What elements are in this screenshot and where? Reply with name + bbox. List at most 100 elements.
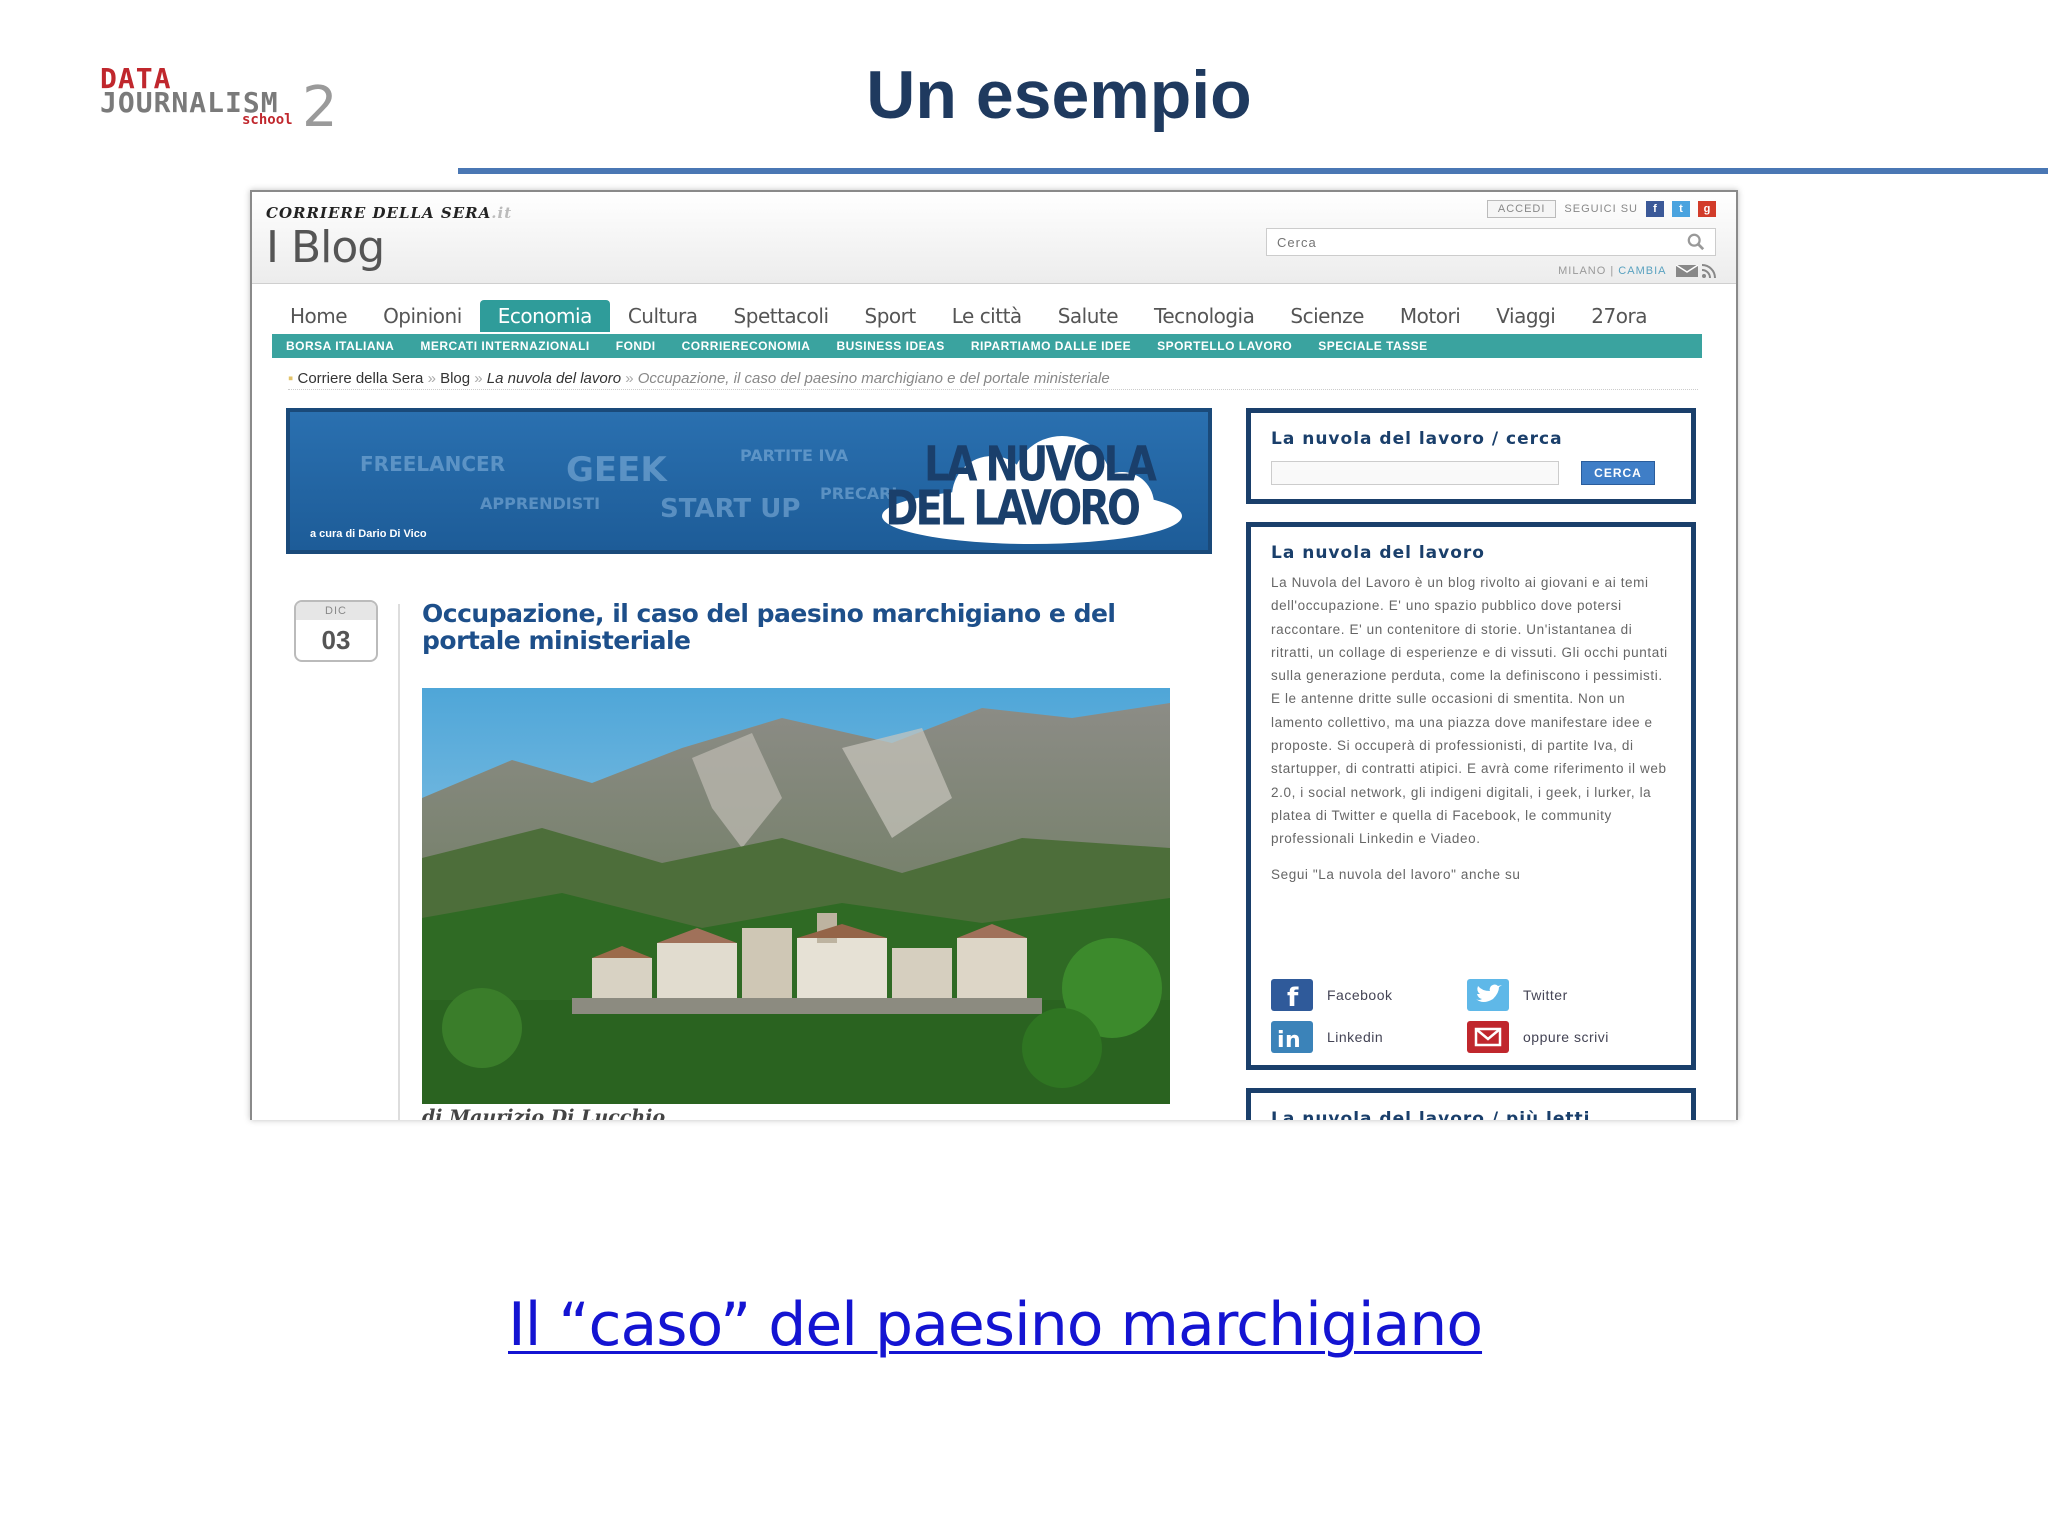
linkedin-label: Linkedin bbox=[1327, 1029, 1384, 1045]
nav-item-economia[interactable]: Economia bbox=[479, 300, 610, 332]
city-selector: MILANO | CAMBIA bbox=[1558, 264, 1716, 279]
sidebar-about-widget: La nuvola del lavoro La Nuvola del Lavor… bbox=[1246, 522, 1696, 1070]
breadcrumb-bullet: ▪ bbox=[288, 370, 298, 387]
seguici-label: SEGUICI SU bbox=[1564, 201, 1638, 217]
breadcrumb-section[interactable]: La nuvola del lavoro bbox=[487, 370, 621, 387]
nav-item-home[interactable]: Home bbox=[272, 304, 365, 332]
social-row: f Facebook Twitter bbox=[1271, 975, 1671, 1015]
accedi-button[interactable]: ACCEDI bbox=[1486, 200, 1557, 218]
linkedin-icon: in bbox=[1271, 1021, 1313, 1053]
blog-screenshot: CORRIERE DELLA SERA.it I Blog ACCEDI SEG… bbox=[250, 190, 1738, 1120]
corriere-logo-suffix: .it bbox=[491, 204, 513, 222]
post-image-mountain-village[interactable] bbox=[422, 688, 1170, 1104]
subnav-item-speciale-tasse[interactable]: SPECIALE TASSE bbox=[1318, 339, 1427, 353]
social-twitter[interactable]: Twitter bbox=[1467, 979, 1663, 1011]
city-separator: | bbox=[1610, 264, 1615, 277]
most-read-widget-title: La nuvola del lavoro / più letti bbox=[1271, 1109, 1591, 1120]
subnav-item-corriereconomia[interactable]: CORRIERECONOMIA bbox=[682, 339, 811, 353]
nav-item-sport[interactable]: Sport bbox=[847, 304, 934, 332]
nav-item-le-citt-[interactable]: Le città bbox=[934, 304, 1040, 332]
svg-text:in: in bbox=[1277, 1028, 1301, 1053]
about-widget-text: La Nuvola del Lavoro è un blog rivolto a… bbox=[1271, 575, 1668, 847]
header-links: ACCEDI SEGUICI SU f t g bbox=[1486, 200, 1716, 218]
post-divider bbox=[398, 604, 400, 1120]
site-search-input[interactable] bbox=[1267, 229, 1667, 255]
subnav-item-mercati-internazionali[interactable]: MERCATI INTERNAZIONALI bbox=[420, 339, 589, 353]
banner-word: START UP bbox=[660, 494, 801, 524]
sidebar-search-input[interactable] bbox=[1271, 461, 1559, 485]
slide: DATA JOURNALISM school 2 Un esempio CORR… bbox=[0, 0, 2048, 1536]
banner-word: FREELANCER bbox=[360, 452, 506, 476]
blog-title[interactable]: I Blog bbox=[266, 222, 385, 273]
twitter-label: Twitter bbox=[1523, 987, 1568, 1003]
seguici-text: SEGUICI SU bbox=[1564, 203, 1638, 215]
rss-icon[interactable] bbox=[1701, 264, 1716, 279]
subnav-item-sportello-lavoro[interactable]: SPORTELLO LAVORO bbox=[1157, 339, 1292, 353]
subnav-item-fondi[interactable]: FONDI bbox=[616, 339, 656, 353]
social-row: in Linkedin oppure scrivi bbox=[1271, 1017, 1671, 1057]
corriere-logo-text: CORRIERE DELLA SERA bbox=[266, 204, 492, 222]
cerca-button[interactable]: CERCA bbox=[1581, 461, 1655, 485]
subnav-item-borsa-italiana[interactable]: BORSA ITALIANA bbox=[286, 339, 394, 353]
blog-banner[interactable]: FREELANCER GEEK PARTITE IVA APPRENDISTI … bbox=[286, 408, 1212, 554]
nav-item-opinioni[interactable]: Opinioni bbox=[365, 304, 480, 332]
search-icon[interactable] bbox=[1687, 233, 1705, 251]
breadcrumb-separator: » bbox=[474, 370, 483, 387]
nav-item-27ora[interactable]: 27ora bbox=[1573, 304, 1665, 332]
nav-item-tecnologia[interactable]: Tecnologia bbox=[1136, 304, 1272, 332]
social-facebook[interactable]: f Facebook bbox=[1271, 979, 1467, 1011]
mail-icon[interactable] bbox=[1675, 264, 1699, 277]
post-title[interactable]: Occupazione, il caso del paesino marchig… bbox=[422, 600, 1182, 654]
banner-title-line2: DEL LAVORO bbox=[885, 481, 1141, 537]
nav-item-viaggi[interactable]: Viaggi bbox=[1478, 304, 1573, 332]
nav-item-salute[interactable]: Salute bbox=[1040, 304, 1136, 332]
email-label: oppure scrivi bbox=[1523, 1029, 1609, 1045]
slide-title: Un esempio bbox=[866, 57, 1252, 133]
banner-word: GEEK bbox=[566, 450, 667, 490]
post-date-day: 03 bbox=[321, 625, 351, 655]
breadcrumb-separator: » bbox=[625, 370, 634, 387]
facebook-label: Facebook bbox=[1327, 987, 1393, 1003]
breadcrumb: ▪ Corriere della Sera » Blog » La nuvola… bbox=[288, 370, 1698, 390]
site-header: CORRIERE DELLA SERA.it I Blog ACCEDI SEG… bbox=[252, 192, 1736, 284]
post-date-badge: DIC 03 bbox=[294, 600, 378, 662]
nav-item-cultura[interactable]: Cultura bbox=[610, 304, 716, 332]
social-links: f Facebook Twitter in Linkedin oppure sc… bbox=[1271, 975, 1671, 1059]
search-widget-title: La nuvola del lavoro / cerca bbox=[1271, 429, 1563, 449]
twitter-icon[interactable]: t bbox=[1672, 201, 1690, 217]
banner-word: APPRENDISTI bbox=[480, 494, 601, 513]
email-icon bbox=[1467, 1021, 1509, 1053]
post-date-month: DIC bbox=[296, 602, 376, 620]
main-nav: Home Opinioni Economia Cultura Spettacoli Spo… bbox=[272, 300, 1702, 332]
sidebar-search-widget: La nuvola del lavoro / cerca CERCA bbox=[1246, 408, 1696, 504]
cambia-link[interactable]: CAMBIA bbox=[1618, 265, 1666, 277]
segui-text: Segui "La nuvola del lavoro" anche su bbox=[1271, 866, 1521, 882]
svg-text:f: f bbox=[1287, 983, 1299, 1011]
breadcrumb-current: Occupazione, il caso del paesino marchig… bbox=[637, 370, 1110, 387]
city-name: MILANO bbox=[1558, 264, 1607, 277]
facebook-icon: f bbox=[1271, 979, 1313, 1011]
banner-credit: a cura di Dario Di Vico bbox=[310, 528, 427, 540]
breadcrumb-home[interactable]: Corriere della Sera bbox=[298, 370, 424, 387]
sub-nav: BORSA ITALIANA MERCATI INTERNAZIONALI FOND… bbox=[272, 334, 1702, 358]
nav-item-scienze[interactable]: Scienze bbox=[1272, 304, 1382, 332]
social-linkedin[interactable]: in Linkedin bbox=[1271, 1021, 1467, 1053]
case-study-link[interactable]: Il “caso” del paesino marchigiano bbox=[508, 1290, 1483, 1360]
subnav-item-ripartiamo-dalle-idee[interactable]: RIPARTIAMO DALLE IDEE bbox=[971, 339, 1131, 353]
nav-item-spettacoli[interactable]: Spettacoli bbox=[716, 304, 847, 332]
subnav-item-business-ideas[interactable]: BUSINESS IDEAS bbox=[836, 339, 944, 353]
title-divider bbox=[458, 168, 2048, 174]
about-widget-title: La nuvola del lavoro bbox=[1271, 543, 1485, 563]
site-search bbox=[1266, 228, 1716, 256]
twitter-icon bbox=[1467, 979, 1509, 1011]
social-email[interactable]: oppure scrivi bbox=[1467, 1021, 1663, 1053]
corriere-logo[interactable]: CORRIERE DELLA SERA.it bbox=[266, 204, 512, 222]
breadcrumb-separator: » bbox=[427, 370, 436, 387]
nav-item-motori[interactable]: Motori bbox=[1382, 304, 1478, 332]
google-plus-icon[interactable]: g bbox=[1698, 201, 1716, 217]
sidebar-most-read-widget: La nuvola del lavoro / più letti bbox=[1246, 1088, 1696, 1120]
breadcrumb-blog[interactable]: Blog bbox=[440, 370, 470, 387]
facebook-icon[interactable]: f bbox=[1646, 201, 1664, 217]
post-byline: di Maurizio Di Lucchio bbox=[422, 1106, 666, 1120]
banner-word: PARTITE IVA bbox=[740, 446, 849, 465]
